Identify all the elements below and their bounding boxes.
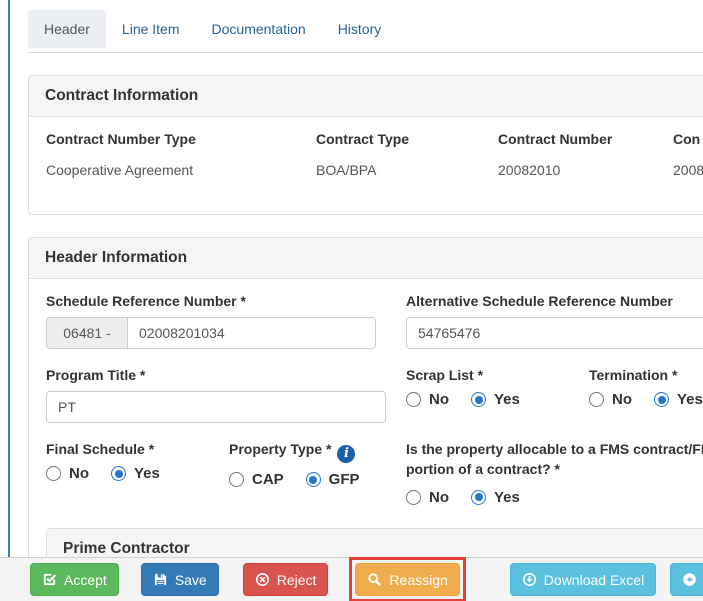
schedule-reference-field: Schedule Reference Number * 06481 -	[46, 293, 376, 349]
contract-information-title: Contract Information	[29, 76, 703, 117]
termination-yes-label: Yes	[677, 391, 703, 408]
tab-underline	[28, 52, 703, 53]
left-accent-bar	[8, 0, 10, 601]
header-information-body: Schedule Reference Number * 06481 - Alte…	[29, 279, 703, 601]
scrap-list-yes-label: Yes	[494, 391, 520, 408]
scrap-list-no-radio[interactable]	[406, 392, 421, 407]
action-bar: Accept Save Reject Reassign	[0, 557, 703, 601]
schedule-reference-input[interactable]	[128, 317, 376, 349]
field-value: BOA/BPA	[316, 162, 498, 178]
fms-question-field: Is the property allocable to a FMS contr…	[406, 439, 703, 506]
field-label: Contract Number	[498, 131, 673, 147]
program-title-input[interactable]	[46, 391, 386, 423]
alt-schedule-reference-input[interactable]	[406, 317, 703, 349]
fms-no-label: No	[429, 489, 449, 506]
property-type-cap-radio[interactable]	[229, 472, 244, 487]
contract-field: Contract Number 20082010	[498, 131, 673, 178]
fms-question-line2: portion of a contract? *	[406, 459, 703, 479]
program-title-field: Program Title *	[46, 367, 386, 423]
field-value: 2008	[673, 162, 703, 178]
annotation-highlight-box: Reassign	[349, 557, 465, 601]
field-label: Contract Type	[316, 131, 498, 147]
field-label: Contract Number Type	[46, 131, 316, 147]
field-label: Con	[673, 131, 703, 147]
contract-field: Con 2008	[673, 131, 703, 178]
contract-information-body: Contract Number Type Cooperative Agreeme…	[29, 117, 703, 178]
scrap-list-label: Scrap List *	[406, 367, 534, 383]
check-square-icon	[42, 572, 57, 587]
contract-field: Contract Number Type Cooperative Agreeme…	[46, 131, 316, 178]
property-type-label: Property Type *	[229, 441, 331, 457]
termination-label: Termination *	[589, 367, 703, 383]
reject-button-label: Reject	[277, 572, 317, 588]
contract-field: Contract Type BOA/BPA	[316, 131, 498, 178]
property-type-gfp-radio[interactable]	[306, 472, 321, 487]
download-excel-button-label: Download Excel	[544, 572, 644, 588]
previous-button[interactable]: Previous	[670, 563, 703, 596]
header-information-panel: Header Information Schedule Reference Nu…	[28, 237, 703, 601]
program-title-label: Program Title *	[46, 367, 386, 383]
fms-question-line1: Is the property allocable to a FMS contr…	[406, 439, 703, 459]
property-type-gfp-label: GFP	[329, 471, 360, 488]
property-type-field: Property Type * i CAP GFP	[229, 441, 374, 488]
contract-information-panel: Contract Information Contract Number Typ…	[28, 75, 703, 215]
header-information-title: Header Information	[29, 238, 703, 279]
magnifier-icon	[367, 572, 382, 587]
circle-x-icon	[255, 572, 270, 587]
fms-yes-label: Yes	[494, 489, 520, 506]
alt-schedule-reference-label: Alternative Schedule Reference Number	[406, 293, 703, 309]
fms-yes-radio[interactable]	[471, 490, 486, 505]
field-value: 20082010	[498, 162, 673, 178]
tab-documentation[interactable]: Documentation	[196, 10, 322, 48]
field-value: Cooperative Agreement	[46, 162, 316, 178]
tab-line-item[interactable]: Line Item	[106, 10, 196, 48]
circle-down-arrow-icon	[522, 572, 537, 587]
download-excel-button[interactable]: Download Excel	[510, 563, 656, 596]
scrap-list-yes-radio[interactable]	[471, 392, 486, 407]
schedule-reference-prefix: 06481 -	[46, 317, 128, 349]
scrap-list-field: Scrap List * No Yes	[406, 367, 534, 408]
save-button[interactable]: Save	[141, 563, 219, 596]
page: Header Line Item Documentation History C…	[0, 0, 703, 601]
property-type-cap-label: CAP	[252, 471, 284, 488]
floppy-disk-icon	[153, 572, 168, 587]
final-schedule-field: Final Schedule * No Yes	[46, 441, 174, 482]
tab-header[interactable]: Header	[28, 10, 106, 48]
fms-no-radio[interactable]	[406, 490, 421, 505]
final-schedule-no-radio[interactable]	[46, 466, 61, 481]
final-schedule-no-label: No	[69, 465, 89, 482]
reject-button[interactable]: Reject	[243, 563, 329, 596]
final-schedule-yes-label: Yes	[134, 465, 160, 482]
termination-no-label: No	[612, 391, 632, 408]
final-schedule-label: Final Schedule *	[46, 441, 174, 457]
schedule-reference-label: Schedule Reference Number *	[46, 293, 376, 309]
scrap-list-no-label: No	[429, 391, 449, 408]
info-icon[interactable]: i	[337, 445, 355, 463]
reassign-button-label: Reassign	[389, 572, 447, 588]
reassign-button[interactable]: Reassign	[355, 563, 459, 596]
accept-button[interactable]: Accept	[30, 563, 119, 596]
circle-left-arrow-icon	[682, 572, 697, 587]
termination-field: Termination * No Yes	[589, 367, 703, 408]
termination-yes-radio[interactable]	[654, 392, 669, 407]
tab-history[interactable]: History	[322, 10, 398, 48]
tab-bar: Header Line Item Documentation History	[28, 10, 703, 48]
save-button-label: Save	[175, 572, 207, 588]
final-schedule-yes-radio[interactable]	[111, 466, 126, 481]
termination-no-radio[interactable]	[589, 392, 604, 407]
alt-schedule-reference-field: Alternative Schedule Reference Number	[406, 293, 703, 349]
accept-button-label: Accept	[64, 572, 107, 588]
